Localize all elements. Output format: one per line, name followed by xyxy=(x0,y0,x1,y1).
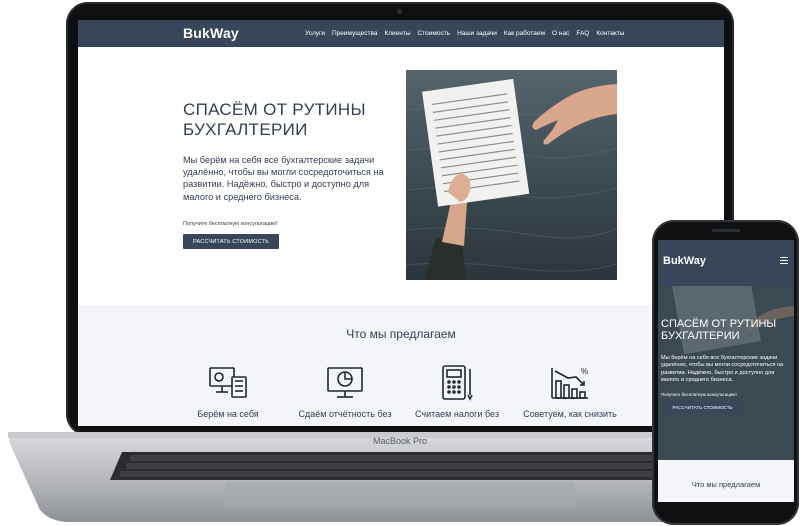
consultation-note: Получите бесплатную консультацию! xyxy=(183,221,278,227)
hamburger-menu-icon[interactable] xyxy=(780,257,788,266)
main-menu: Услуги Преимущества Клиенты Стоимость На… xyxy=(305,30,624,37)
svg-text:%: % xyxy=(581,367,588,376)
report-monitor-icon xyxy=(327,367,363,398)
phone-screen: BukWay СПАСЁМ ОТ РУТИНЫ БУХГАЛТЕРИИ Мы б… xyxy=(658,240,794,502)
service-card[interactable]: % Советуем, как снизить xyxy=(515,365,625,419)
chart-down-percent-icon: % xyxy=(551,367,588,399)
mobile-hero-description: Мы берём на себя все бухгалтерские задач… xyxy=(661,355,784,384)
service-card[interactable]: Берём на себя xyxy=(173,365,283,419)
service-label: Советуем, как снизить xyxy=(523,409,617,419)
calculate-cost-button[interactable]: РАССЧИТАТЬ СТОИМОСТЬ xyxy=(183,234,279,249)
menu-item-about[interactable]: О нас xyxy=(552,30,569,37)
service-label: Берём на себя xyxy=(197,409,259,419)
service-card[interactable]: Сдаём отчётность без xyxy=(290,365,400,419)
mobile-navbar: BukWay xyxy=(658,240,794,286)
menu-item-contacts[interactable]: Контакты xyxy=(596,30,624,37)
hero-photo xyxy=(406,70,617,280)
laptop-camera xyxy=(397,9,402,14)
services-title: Что мы предлагаем xyxy=(346,327,456,341)
top-navbar: BukWay Услуги Преимущества Клиенты Стоим… xyxy=(78,20,724,47)
mobile-services-title: Что мы предлагаем xyxy=(691,480,761,489)
laptop-screen: BukWay Услуги Преимущества Клиенты Стоим… xyxy=(78,20,724,426)
mobile-site-logo[interactable]: BukWay xyxy=(663,255,706,267)
service-label: Сдаём отчётность без xyxy=(298,409,392,419)
service-card[interactable]: Считаем налоги без xyxy=(402,365,512,419)
hero-title: СПАСЁМ ОТ РУТИНЫ БУХГАЛТЕРИИ xyxy=(183,100,366,139)
menu-item-pricing[interactable]: Стоимость xyxy=(418,30,451,37)
menu-item-services[interactable]: Услуги xyxy=(305,30,325,37)
site-logo[interactable]: BukWay xyxy=(183,25,239,41)
calculator-icon xyxy=(442,365,473,401)
menu-item-tasks[interactable]: Наши задачи xyxy=(457,30,497,37)
menu-item-faq[interactable]: FAQ xyxy=(576,30,589,37)
menu-item-advantages[interactable]: Преимущества xyxy=(332,30,377,37)
mobile-services-section: Что мы предлагаем xyxy=(658,460,794,502)
services-section: Что мы предлагаем Берём на себя Сдаём от… xyxy=(78,305,724,426)
phone-speaker xyxy=(712,229,740,232)
mobile-hero-title: СПАСЁМ ОТ РУТИНЫ БУХГАЛТЕРИИ xyxy=(661,318,777,342)
mobile-calculate-cost-button[interactable]: РАССЧИТАТЬ СТОИМОСТЬ xyxy=(663,402,742,413)
mobile-consultation-note: Получите бесплатную консультацию! xyxy=(661,392,737,397)
hero-description: Мы берём на себя все бухгалтерские задач… xyxy=(183,155,384,202)
menu-item-clients[interactable]: Клиенты xyxy=(384,30,410,37)
menu-item-how-we-work[interactable]: Как работаем xyxy=(504,30,545,37)
service-label: Считаем налоги без xyxy=(415,409,499,419)
accounting-computer-icon xyxy=(209,367,247,398)
